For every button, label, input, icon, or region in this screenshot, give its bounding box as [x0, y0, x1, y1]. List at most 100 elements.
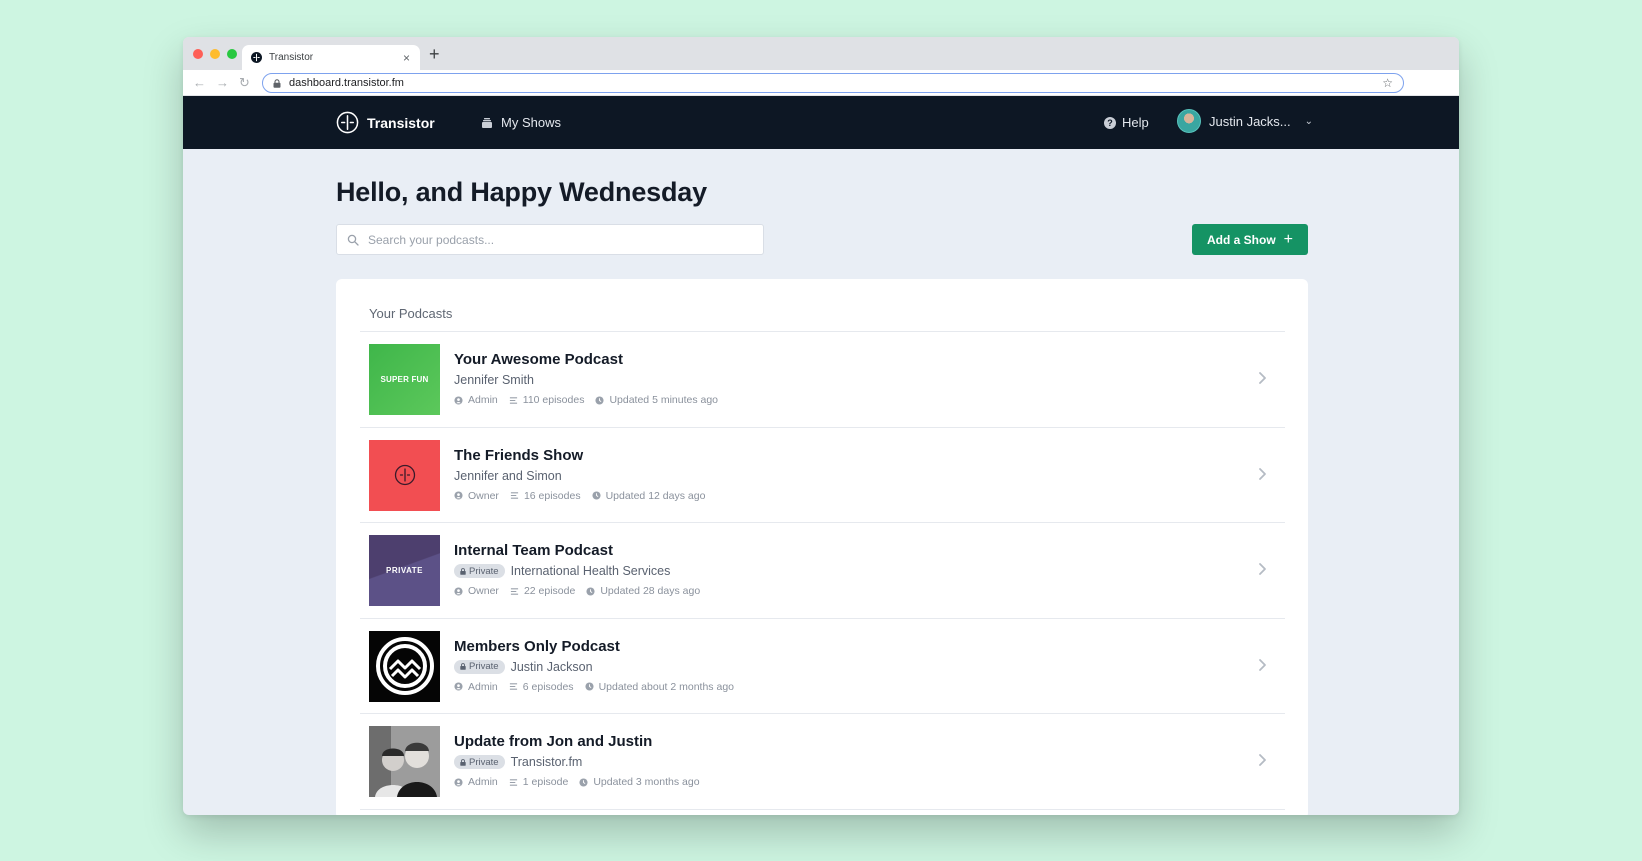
- bookmark-star-icon[interactable]: ☆: [1382, 76, 1393, 90]
- podcast-author-line: Private International Health Services: [454, 564, 670, 578]
- podcast-meta: Owner 22 episode Updated 28 days ago: [454, 585, 711, 597]
- mountain-badge-icon: [375, 637, 434, 695]
- updated-meta: Updated 12 days ago: [592, 489, 706, 502]
- address-bar[interactable]: dashboard.transistor.fm ☆: [262, 73, 1404, 93]
- podcast-row[interactable]: SUPER FUN Your Awesome Podcast Jennifer …: [360, 332, 1285, 428]
- help-icon: ?: [1104, 116, 1116, 129]
- search-box[interactable]: [336, 224, 764, 255]
- podcast-list: SUPER FUN Your Awesome Podcast Jennifer …: [360, 331, 1285, 810]
- podcast-title[interactable]: Members Only Podcast: [454, 638, 620, 655]
- user-icon: [454, 586, 463, 596]
- podcast-author: International Health Services: [510, 564, 671, 578]
- new-tab-button[interactable]: +: [429, 44, 440, 64]
- podcast-author-line: Jennifer and Simon: [454, 469, 562, 483]
- lock-icon: [273, 78, 281, 88]
- podcast-title[interactable]: Update from Jon and Justin: [454, 733, 652, 750]
- tab-strip: Transistor × +: [183, 37, 1459, 70]
- back-arrow-icon[interactable]: ←: [193, 76, 206, 89]
- list-icon: [509, 396, 517, 404]
- window-controls: [193, 49, 237, 59]
- search-icon: [347, 234, 359, 246]
- chevron-right-icon[interactable]: [1252, 559, 1272, 579]
- stack-icon: [482, 117, 492, 128]
- lock-icon: [460, 663, 466, 670]
- episodes-label: 16 episodes: [523, 489, 581, 502]
- private-badge: Private: [454, 755, 505, 769]
- podcast-row[interactable]: Update from Jon and Justin Private Trans…: [360, 714, 1285, 810]
- clock-icon: [585, 682, 594, 691]
- private-label: Private: [469, 756, 499, 768]
- role-label: Admin: [468, 776, 498, 788]
- podcast-author: Jennifer and Simon: [454, 468, 562, 483]
- transistor-favicon-icon: [251, 52, 262, 63]
- lock-icon: [460, 567, 466, 575]
- role-label: Owner: [468, 585, 499, 597]
- help-link[interactable]: ? Help: [1104, 115, 1149, 130]
- chevron-down-icon: ⌄: [1304, 115, 1314, 127]
- brand-name: Transistor: [367, 114, 435, 131]
- minimize-window-icon[interactable]: [210, 49, 220, 59]
- maximize-window-icon[interactable]: [227, 49, 237, 59]
- app-header: Transistor My Shows ? Help Justin Jacks.…: [183, 96, 1459, 149]
- list-icon: [510, 492, 519, 499]
- private-label: Private: [469, 661, 499, 672]
- forward-arrow-icon[interactable]: →: [216, 76, 229, 89]
- updated-label: Updated 28 days ago: [600, 585, 701, 597]
- episodes-meta: 1 episode: [509, 776, 568, 788]
- list-icon: [510, 587, 519, 595]
- user-menu[interactable]: Justin Jacks... ⌄: [1177, 109, 1313, 133]
- podcasts-card: Your Podcasts SUPER FUN Your Awesome Pod…: [336, 279, 1308, 815]
- updated-label: Updated about 2 months ago: [598, 680, 734, 693]
- friends-logo-icon: [394, 464, 415, 486]
- help-label: Help: [1122, 115, 1149, 130]
- episodes-meta: 16 episodes: [510, 490, 581, 502]
- podcast-title[interactable]: Internal Team Podcast: [454, 542, 613, 559]
- podcast-meta: Admin 1 episode Updated 3 months ago: [454, 776, 711, 788]
- browser-tab[interactable]: Transistor ×: [242, 45, 420, 70]
- search-input[interactable]: [368, 232, 753, 247]
- podcast-title[interactable]: Your Awesome Podcast: [454, 351, 623, 368]
- section-title: Your Podcasts: [369, 306, 453, 321]
- updated-label: Updated 12 days ago: [605, 489, 706, 502]
- episodes-label: 110 episodes: [522, 394, 585, 406]
- page-title: Hello, and Happy Wednesday: [336, 177, 707, 207]
- podcast-author: Transistor.fm: [510, 755, 583, 769]
- podcast-title[interactable]: The Friends Show: [454, 447, 583, 464]
- transistor-logo-icon: [336, 111, 359, 134]
- chevron-right-icon[interactable]: [1252, 464, 1272, 484]
- role-meta: Admin: [454, 681, 498, 693]
- podcast-row[interactable]: Members Only Podcast Private Justin Jack…: [360, 619, 1285, 714]
- clock-icon: [586, 586, 595, 596]
- artwork-label: PRIVATE: [386, 566, 423, 575]
- episodes-meta: 6 episodes: [509, 681, 574, 693]
- user-icon: [454, 491, 463, 500]
- lock-icon: [460, 758, 466, 766]
- podcast-artwork: PRIVATE: [369, 535, 440, 606]
- chevron-right-icon[interactable]: [1252, 750, 1272, 770]
- add-show-button[interactable]: Add a Show +: [1192, 224, 1308, 255]
- podcast-author-line: Private Transistor.fm: [454, 755, 582, 769]
- user-icon: [454, 682, 463, 691]
- podcast-meta: Owner 16 episodes Updated 12 days ago: [454, 490, 716, 502]
- podcast-author-line: Private Justin Jackson: [454, 659, 593, 674]
- episodes-label: 22 episode: [523, 585, 576, 597]
- podcast-row[interactable]: The Friends Show Jennifer and Simon Owne…: [360, 428, 1285, 523]
- clock-icon: [595, 395, 605, 405]
- tab-title: Transistor: [269, 52, 314, 63]
- user-icon: [454, 777, 463, 787]
- close-window-icon[interactable]: [193, 49, 203, 59]
- podcast-author: Justin Jackson: [510, 659, 593, 674]
- podcast-row[interactable]: PRIVATE Internal Team Podcast Private In…: [360, 523, 1285, 619]
- chevron-right-icon[interactable]: [1252, 655, 1272, 675]
- podcast-meta: Admin 6 episodes Updated about 2 months …: [454, 681, 745, 693]
- chevron-right-icon[interactable]: [1252, 368, 1272, 388]
- role-meta: Owner: [454, 490, 499, 502]
- reload-icon[interactable]: ↻: [239, 76, 250, 89]
- my-shows-link[interactable]: My Shows: [481, 115, 561, 130]
- updated-meta: Updated 28 days ago: [586, 585, 700, 597]
- episodes-label: 6 episodes: [522, 680, 574, 693]
- episodes-meta: 110 episodes: [509, 394, 585, 406]
- tab-close-icon[interactable]: ×: [403, 52, 410, 64]
- brand-logo[interactable]: Transistor: [336, 111, 435, 134]
- podcast-artwork: [369, 726, 440, 797]
